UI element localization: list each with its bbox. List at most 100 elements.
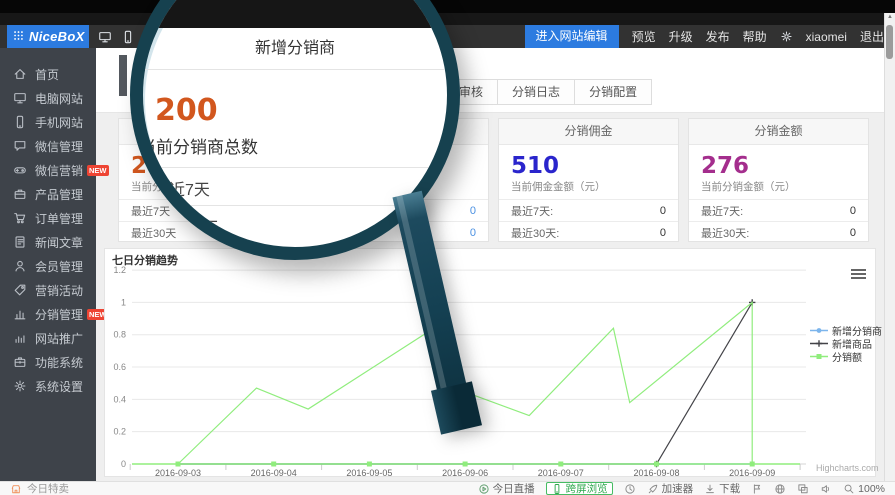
card-number: 276 bbox=[701, 153, 856, 179]
status-item-speaker-icon[interactable] bbox=[820, 483, 832, 495]
card-title: 分销金额 bbox=[689, 119, 868, 145]
sidebar-item-手机网站[interactable]: 手机网站 bbox=[0, 110, 96, 134]
shop-icon bbox=[10, 483, 22, 495]
nav-link-发布[interactable]: 发布 bbox=[706, 30, 730, 44]
top-black-strip-2 bbox=[0, 13, 895, 25]
magnified-row-30days: 最近30天 bbox=[153, 214, 219, 238]
sidebar-item-电脑网站[interactable]: 电脑网站 bbox=[0, 86, 96, 110]
status-item-今日直播[interactable]: 今日直播 bbox=[478, 481, 535, 495]
status-item-flag-icon[interactable] bbox=[751, 483, 763, 495]
legend-item-分销额[interactable]: 分销额 bbox=[810, 350, 882, 363]
sidebar-item-label: 产品管理 bbox=[35, 186, 83, 203]
svg-text:2016-09-08: 2016-09-08 bbox=[633, 468, 679, 477]
magnified-navbar-fragment bbox=[143, 0, 447, 28]
legend-marker-plus bbox=[810, 339, 828, 348]
sidebar-item-网站推广[interactable]: 网站推广 bbox=[0, 326, 96, 350]
svg-text:0.2: 0.2 bbox=[113, 427, 126, 437]
card-title: 分销佣金 bbox=[499, 119, 678, 145]
svg-text:2016-09-06: 2016-09-06 bbox=[442, 468, 488, 477]
svg-text:0: 0 bbox=[121, 459, 126, 469]
status-bar: 今日特卖 今日直播跨屏浏览 加速器下载 100% bbox=[0, 481, 895, 495]
legend-marker-circle bbox=[810, 326, 828, 335]
navbar-view-icons bbox=[98, 25, 135, 48]
status-item-multi-window-icon[interactable] bbox=[797, 483, 809, 495]
highcharts-credit: Highcharts.com bbox=[816, 463, 879, 473]
network-icon bbox=[774, 483, 786, 495]
status-item-100%[interactable]: 100% bbox=[843, 483, 885, 495]
svg-text:1.2: 1.2 bbox=[113, 265, 126, 275]
sidebar-item-订单管理[interactable]: 订单管理 bbox=[0, 206, 96, 230]
status-left[interactable]: 今日特卖 bbox=[10, 481, 69, 495]
cart-icon bbox=[13, 211, 27, 225]
multi-window-icon bbox=[797, 483, 809, 495]
sidebar-item-label: 系统设置 bbox=[35, 378, 83, 395]
scrollbar-up-arrow[interactable]: ▲ bbox=[885, 14, 895, 20]
svg-text:2016-09-07: 2016-09-07 bbox=[538, 468, 584, 477]
grid-menu-icon[interactable] bbox=[13, 28, 24, 46]
magnified-card-caption: 当前分销商总数 bbox=[139, 133, 258, 158]
card-row-value: 0 bbox=[850, 205, 856, 217]
sidebar-item-产品管理[interactable]: 产品管理 bbox=[0, 182, 96, 206]
legend-marker-square bbox=[810, 352, 828, 361]
sidebar-item-label: 微信管理 bbox=[35, 138, 83, 155]
svg-text:2016-09-04: 2016-09-04 bbox=[251, 468, 297, 477]
navbar-links: 预览升级发布帮助 bbox=[619, 28, 767, 46]
card-number: 510 bbox=[511, 153, 666, 179]
status-item-跨屏浏览[interactable]: 跨屏浏览 bbox=[546, 482, 613, 495]
sidebar-item-系统设置[interactable]: 系统设置 bbox=[0, 374, 96, 398]
sidebar-item-微信营销[interactable]: 微信营销NEW bbox=[0, 158, 96, 182]
phone-icon bbox=[13, 115, 27, 129]
download-icon bbox=[704, 483, 716, 495]
gear-icon[interactable] bbox=[780, 30, 793, 43]
app-logo: NiceBoX bbox=[7, 25, 89, 48]
tab-分销日志[interactable]: 分销日志 bbox=[497, 79, 575, 105]
scrollbar-thumb[interactable] bbox=[886, 25, 893, 59]
legend-label: 分销额 bbox=[832, 349, 862, 364]
logout-link[interactable]: 退出 bbox=[860, 28, 884, 45]
status-item-加速器[interactable]: 加速器 bbox=[647, 481, 694, 495]
nav-link-升级[interactable]: 升级 bbox=[669, 30, 693, 44]
sidebar-item-label: 功能系统 bbox=[35, 354, 83, 371]
sidebar-item-label: 电脑网站 bbox=[35, 90, 83, 107]
divider bbox=[143, 69, 447, 70]
phone-icon[interactable] bbox=[121, 30, 135, 44]
play-circle-icon bbox=[478, 483, 490, 495]
sidebar-item-label: 新闻文章 bbox=[35, 234, 83, 251]
status-item-label: 加速器 bbox=[662, 481, 694, 495]
sidebar-item-新闻文章[interactable]: 新闻文章 bbox=[0, 230, 96, 254]
nav-link-预览[interactable]: 预览 bbox=[632, 30, 656, 44]
status-item-network-icon[interactable] bbox=[774, 483, 786, 495]
sidebar-item-首页[interactable]: 首页 bbox=[0, 62, 96, 86]
tab-分销配置[interactable]: 分销配置 bbox=[574, 79, 652, 105]
sidebar-item-功能系统[interactable]: 功能系统 bbox=[0, 350, 96, 374]
card-row-value: 0 bbox=[470, 227, 476, 239]
monitor-icon[interactable] bbox=[98, 30, 112, 44]
card-row-value: 0 bbox=[660, 227, 666, 239]
status-item-下载[interactable]: 下载 bbox=[704, 481, 740, 495]
sidebar-item-微信管理[interactable]: 微信管理 bbox=[0, 134, 96, 158]
card-row: 最近7天:0 bbox=[499, 199, 678, 221]
signal-icon bbox=[13, 331, 27, 345]
sidebar-item-营销活动[interactable]: 营销活动 bbox=[0, 278, 96, 302]
svg-text:1: 1 bbox=[121, 297, 126, 307]
card-row-label: 最近30天: bbox=[511, 225, 559, 241]
nav-link-帮助[interactable]: 帮助 bbox=[743, 30, 767, 44]
page-fragment bbox=[119, 55, 127, 96]
status-item-clock-icon[interactable] bbox=[624, 483, 636, 495]
tag-icon bbox=[13, 283, 27, 297]
home-icon bbox=[13, 67, 27, 81]
document-icon bbox=[13, 235, 27, 249]
sidebar-item-分销管理[interactable]: 分销管理NEW bbox=[0, 302, 96, 326]
status-item-label: 今日直播 bbox=[493, 481, 535, 495]
new-badge: NEW bbox=[87, 165, 109, 176]
magnified-row-7days: 最近7天 bbox=[153, 176, 210, 200]
status-left-label: 今日特卖 bbox=[27, 481, 69, 495]
sidebar-item-label: 手机网站 bbox=[35, 114, 83, 131]
enter-site-edit-button[interactable]: 进入网站编辑 bbox=[525, 25, 619, 48]
zoom-icon bbox=[843, 483, 855, 495]
vertical-scrollbar[interactable]: ▲ bbox=[884, 13, 895, 481]
sidebar-item-会员管理[interactable]: 会员管理 bbox=[0, 254, 96, 278]
user-name[interactable]: xiaomei bbox=[806, 30, 847, 44]
navbar-right-actions: 进入网站编辑 预览升级发布帮助 xiaomei 退出 bbox=[525, 25, 884, 48]
top-black-strip bbox=[0, 0, 895, 13]
